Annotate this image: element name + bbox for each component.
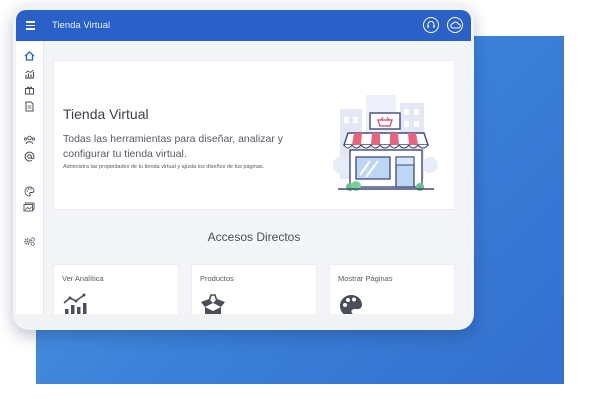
- analytics-chart-icon: [63, 293, 87, 314]
- shortcut-card-products[interactable]: Productos: [191, 264, 317, 314]
- open-box-icon: [201, 294, 225, 314]
- storefront-illustration: [333, 95, 438, 191]
- at-icon[interactable]: [22, 149, 36, 163]
- home-icon[interactable]: [22, 49, 36, 63]
- top-bar: Tienda Virtual: [16, 10, 471, 41]
- settings-icon[interactable]: [22, 234, 36, 248]
- card-label: Ver Analítica: [62, 274, 104, 283]
- analytics-icon[interactable]: [22, 67, 36, 81]
- support-icon[interactable]: [423, 17, 439, 33]
- cloud-icon[interactable]: [447, 17, 463, 33]
- shortcuts-title: Accesos Directos: [207, 230, 301, 244]
- gift-icon[interactable]: [22, 83, 36, 97]
- card-label: Mostrar Páginas: [338, 274, 393, 283]
- header-actions: [423, 17, 463, 33]
- app-title: Tienda Virtual: [52, 20, 111, 31]
- shortcut-card-analytics[interactable]: Ver Analítica: [53, 264, 179, 314]
- hero-card: Tienda Virtual Todas las herramientas pa…: [53, 60, 455, 210]
- document-icon[interactable]: [22, 99, 36, 113]
- main-content: Tienda Virtual Todas las herramientas pa…: [53, 60, 471, 314]
- hero-subtitle: Todas las herramientas para diseñar, ana…: [63, 133, 284, 160]
- tablet-frame: Tienda Virtual Tienda Virtual Todas las …: [13, 4, 474, 330]
- app-screen: Tienda Virtual Tienda Virtual Todas las …: [16, 10, 471, 314]
- hero-description: Administra las propiedades de tu tienda …: [63, 164, 265, 170]
- hamburger-menu-icon[interactable]: [16, 10, 44, 41]
- shortcut-card-pages[interactable]: Mostrar Páginas: [329, 264, 455, 314]
- stage: Tienda Virtual Tienda Virtual Todas las …: [0, 0, 600, 420]
- palette-icon: [340, 295, 362, 314]
- image-icon[interactable]: [22, 200, 36, 214]
- users-icon[interactable]: [22, 133, 36, 147]
- card-label: Productos: [200, 274, 234, 283]
- hero-title: Tienda Virtual: [63, 106, 149, 122]
- palette-icon[interactable]: [22, 184, 36, 198]
- sidebar: [16, 41, 44, 314]
